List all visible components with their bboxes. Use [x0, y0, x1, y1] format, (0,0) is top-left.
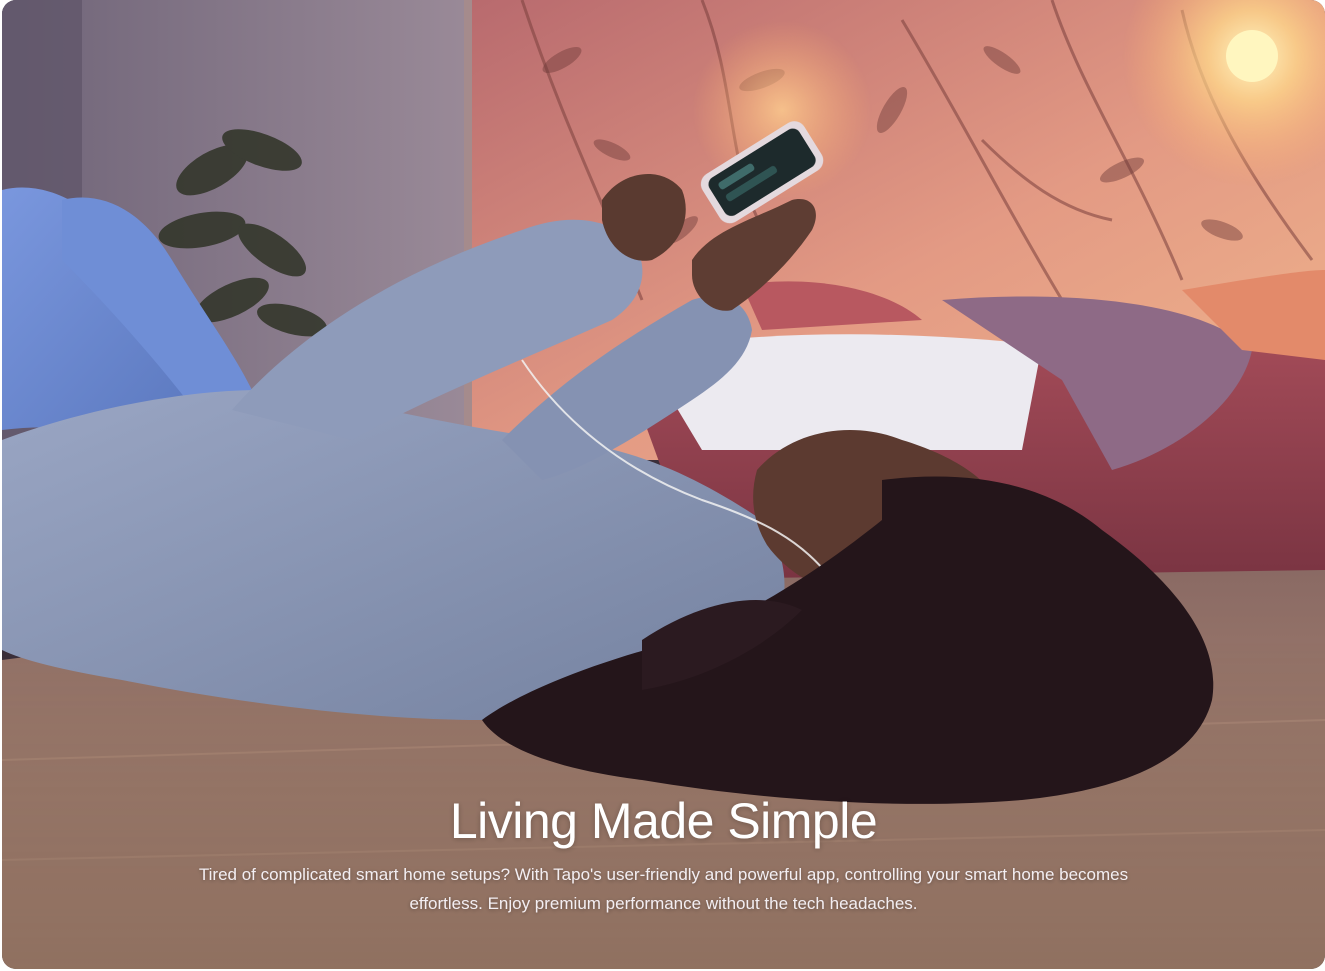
hero-description: Tired of complicated smart home setups? …	[198, 865, 1129, 913]
hero-copy: Living Made Simple Tired of complicated …	[2, 788, 1325, 918]
hero-banner: Living Made Simple Tired of complicated …	[2, 0, 1325, 969]
hero-title: Living Made Simple	[449, 793, 878, 849]
